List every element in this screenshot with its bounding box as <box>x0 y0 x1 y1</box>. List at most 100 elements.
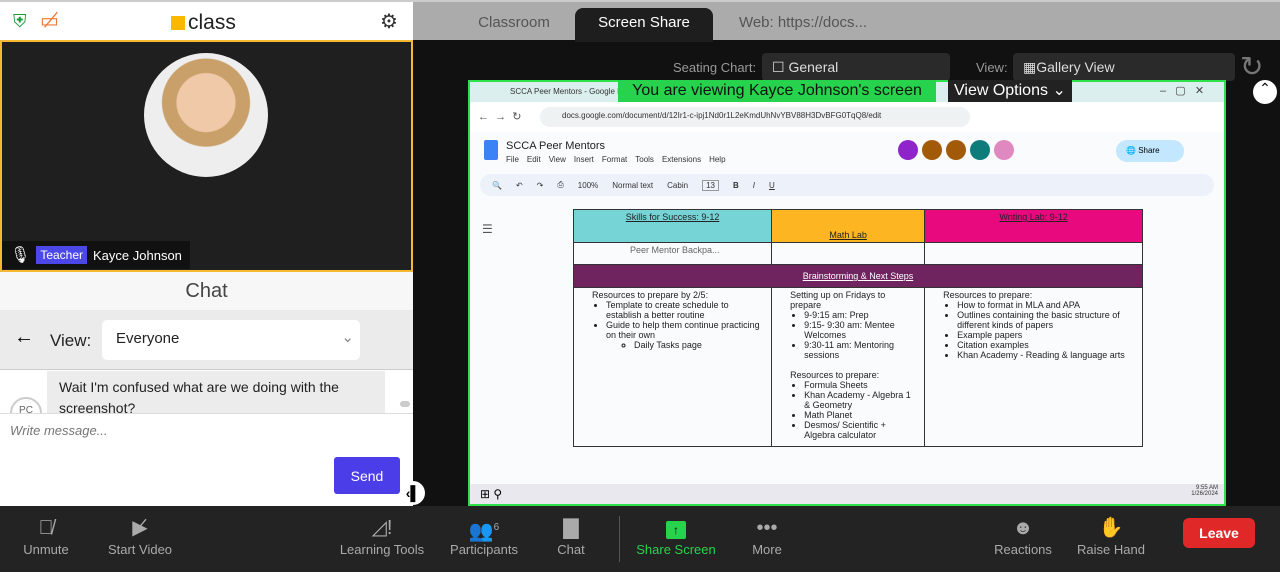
banner-text: You are viewing Kayce Johnson's screen <box>632 82 922 99</box>
style-select[interactable]: Normal text <box>612 181 653 190</box>
header-writing: Writing Lab: 9-12 <box>924 209 1143 243</box>
font-select[interactable]: Cabin <box>667 181 688 190</box>
search-icon[interactable]: 🔍 <box>492 181 502 190</box>
meeting-toolbar: 🎙̸ Unmute ▶̸ Start Video ◿! Learning Tools … <box>0 506 1280 572</box>
tab-screen-share[interactable]: Screen Share <box>575 8 713 42</box>
menu-tools[interactable]: Tools <box>635 155 654 164</box>
participants-button[interactable]: 👥6 Participants <box>448 514 520 557</box>
list-item: 9:30-11 am: Mentoring sessions <box>804 340 918 360</box>
menu-format[interactable]: Format <box>602 155 627 164</box>
docs-icon <box>484 140 498 160</box>
view-value: Gallery View <box>1036 59 1115 75</box>
window-controls[interactable]: – ▢ ✕ <box>1160 84 1204 97</box>
clock: 9:55 AM 1/26/2024 <box>1191 485 1218 497</box>
learning-tools-button[interactable]: ◿! Learning Tools <box>338 514 426 557</box>
unmute-label: Unmute <box>23 542 69 557</box>
chat-view-select[interactable]: Everyone ⌄ <box>102 320 360 360</box>
outline-icon[interactable]: ☰ <box>482 222 493 236</box>
participants-label: Participants <box>450 542 518 557</box>
chat-view-row: ← View: Everyone ⌄ <box>0 310 413 370</box>
view-label: View: <box>50 331 92 350</box>
chat-button[interactable]: ▇ Chat <box>552 514 590 557</box>
list-item: 9-9:15 am: Prep <box>804 310 918 320</box>
tab-web[interactable]: Web: https://docs... <box>723 8 883 42</box>
list-item: How to format in MLA and APA <box>957 300 1136 310</box>
chevron-down-icon: ⌄ <box>341 329 354 346</box>
chat-messages: PC Wait I'm confused what are we doing w… <box>0 371 413 413</box>
list-item: Outlines containing the basic structure … <box>957 310 1136 330</box>
collapse-panel-icon[interactable]: ‹▌ <box>401 481 425 505</box>
teacher-avatar <box>144 53 268 177</box>
list-item: Math Planet <box>804 410 918 420</box>
seating-chart-label: Seating Chart: <box>673 60 757 75</box>
start-video-button[interactable]: ▶̸ Start Video <box>105 514 175 557</box>
band-heading: Brainstorming & Next Steps <box>573 264 1143 288</box>
header-math: Math Lab <box>771 209 926 243</box>
view-select[interactable]: ▦Gallery View <box>1013 53 1235 81</box>
unmute-button[interactable]: 🎙̸ Unmute <box>20 514 72 557</box>
ruler-icon: ◿! <box>371 517 393 539</box>
more-button[interactable]: ••• More <box>748 514 786 557</box>
grid-icon: ▦ <box>1023 59 1037 75</box>
participants-icon: 👥6 <box>468 520 500 543</box>
scrollbar[interactable] <box>400 401 410 407</box>
share-label: Share Screen <box>636 542 716 557</box>
tab-classroom[interactable]: Classroom <box>463 8 565 42</box>
send-button[interactable]: Send <box>334 457 400 494</box>
menu-edit[interactable]: Edit <box>527 155 541 164</box>
back-arrow-icon[interactable]: ← <box>14 326 34 349</box>
message-input[interactable] <box>0 414 400 446</box>
refresh-icon[interactable]: ↻ <box>1240 50 1263 83</box>
undo-icon[interactable]: ↶ <box>516 181 523 190</box>
top-bar: ⛨ ▭̸ class ⚙ <box>0 0 413 40</box>
print-icon[interactable]: ⎙ <box>557 180 563 190</box>
nav-icons[interactable]: ← → ↻ <box>478 110 521 123</box>
col2-intro2: Resources to prepare: <box>790 370 880 380</box>
role-badge: Teacher <box>36 246 88 264</box>
shared-screen: SCCA Peer Mentors - Google D – ▢ ✕ ← → ↻… <box>468 80 1226 506</box>
col-skills: Resources to prepare by 2/5:Template to … <box>572 287 773 447</box>
learning-label: Learning Tools <box>339 542 425 557</box>
menu-insert[interactable]: Insert <box>574 155 594 164</box>
menu-help[interactable]: Help <box>709 155 725 164</box>
participants-count: 6 <box>493 522 500 533</box>
reactions-label: Reactions <box>994 542 1052 557</box>
redo-icon[interactable]: ↷ <box>537 181 544 190</box>
reactions-button[interactable]: ☻ Reactions <box>993 514 1053 557</box>
zoom-select[interactable]: 100% <box>578 181 598 190</box>
italic-icon[interactable]: I <box>753 181 755 190</box>
start-icon[interactable]: ⊞ ⚲ <box>480 487 502 501</box>
underline-icon[interactable]: U <box>769 181 775 190</box>
list-item: Daily Tasks page <box>634 340 765 350</box>
message-composer: Send <box>0 413 413 506</box>
list-item: Formula Sheets <box>804 380 918 390</box>
view-options-button[interactable]: View Options ⌄ <box>948 80 1072 102</box>
sender-avatar: PC <box>10 397 42 413</box>
share-screen-button[interactable]: ↑ Share Screen <box>636 514 716 557</box>
file-chip[interactable]: Peer Mentor Backpa... <box>580 245 720 255</box>
share-button[interactable]: 🌐 Share <box>1116 140 1184 162</box>
doc-title[interactable]: SCCA Peer Mentors <box>506 140 605 152</box>
seating-chart-select[interactable]: ☐ General <box>762 53 950 81</box>
date: 1/26/2024 <box>1191 491 1218 497</box>
view-label: View: <box>976 60 1008 75</box>
col-math: Setting up on Fridays to prepare9-9:15 a… <box>771 287 926 447</box>
raise-hand-button[interactable]: ✋ Raise Hand <box>1076 514 1146 557</box>
col2-intro: Setting up on Fridays to prepare <box>790 290 886 310</box>
view-options-label: View Options <box>954 82 1048 99</box>
menu-view[interactable]: View <box>549 155 566 164</box>
url-bar[interactable]: docs.google.com/document/d/12Ir1-c-ipj1N… <box>540 107 970 127</box>
menu-file[interactable]: File <box>506 155 519 164</box>
menu-extensions[interactable]: Extensions <box>662 155 701 164</box>
col3-intro: Resources to prepare: <box>943 290 1033 300</box>
font-size-input[interactable]: 13 <box>702 179 719 191</box>
name-tag: 🎙 Teacher Kayce Johnson <box>2 241 190 269</box>
chevron-down-icon: ⌄ <box>1052 82 1066 99</box>
video-off-icon[interactable]: ▭̸ <box>40 8 59 33</box>
bold-icon[interactable]: B <box>733 181 739 190</box>
scroll-up-icon[interactable]: ⌃ <box>1253 80 1277 104</box>
leave-button[interactable]: Leave <box>1183 518 1255 548</box>
chat-title: Chat <box>0 272 413 310</box>
gear-icon[interactable]: ⚙ <box>380 9 398 34</box>
browser-tab[interactable]: SCCA Peer Mentors - Google D <box>510 87 623 96</box>
